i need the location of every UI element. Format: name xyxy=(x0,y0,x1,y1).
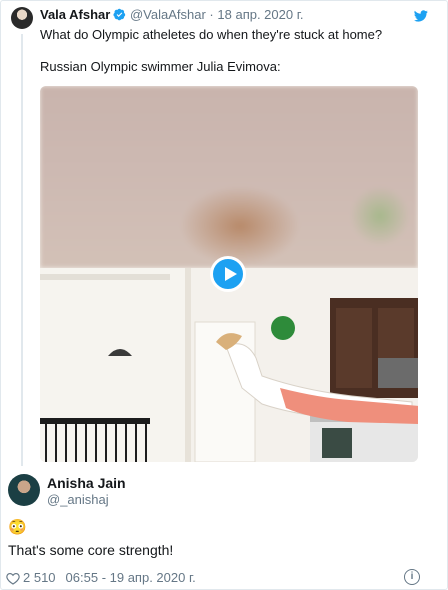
tweet-text: That's some core strength! xyxy=(8,542,174,558)
play-button[interactable] xyxy=(210,256,246,292)
author-handle[interactable]: @_anishaj xyxy=(47,492,109,507)
author-name[interactable]: Anisha Jain xyxy=(47,475,126,491)
quoted-tweet[interactable]: Vala Afshar @ValaAfshar · 18 апр. 2020 г… xyxy=(0,0,446,466)
video-blurred-background xyxy=(40,86,418,268)
author-name[interactable]: Vala Afshar xyxy=(40,7,110,22)
like-count[interactable]: 2 510 xyxy=(23,570,56,585)
tweet-date[interactable]: 18 апр. 2020 г. xyxy=(217,7,303,22)
avatar[interactable] xyxy=(11,7,33,29)
heart-icon[interactable] xyxy=(6,572,20,588)
author-handle[interactable]: @ValaAfshar xyxy=(130,7,206,22)
tweet-footer: 2 510 06:55 - 19 апр. 2020 г. xyxy=(6,570,196,588)
verified-badge-icon xyxy=(113,8,126,24)
tweet-text-line-2: Russian Olympic swimmer Julia Evimova: xyxy=(40,59,281,74)
thread-line xyxy=(21,34,23,466)
separator: · xyxy=(209,7,214,22)
video-frame xyxy=(40,268,418,462)
tweet-text-line-1: What do Olympic atheletes do when they'r… xyxy=(40,27,383,42)
tweet-header: Vala Afshar @ValaAfshar · 18 апр. 2020 г… xyxy=(40,8,303,24)
info-icon[interactable]: i xyxy=(404,569,420,585)
video-scene xyxy=(40,268,418,462)
avatar[interactable] xyxy=(8,474,40,506)
emoji: 😳 xyxy=(8,519,27,536)
twitter-bird-icon[interactable] xyxy=(414,9,428,27)
video-player[interactable] xyxy=(40,86,418,462)
tweet-timestamp[interactable]: 06:55 - 19 апр. 2020 г. xyxy=(66,570,196,585)
